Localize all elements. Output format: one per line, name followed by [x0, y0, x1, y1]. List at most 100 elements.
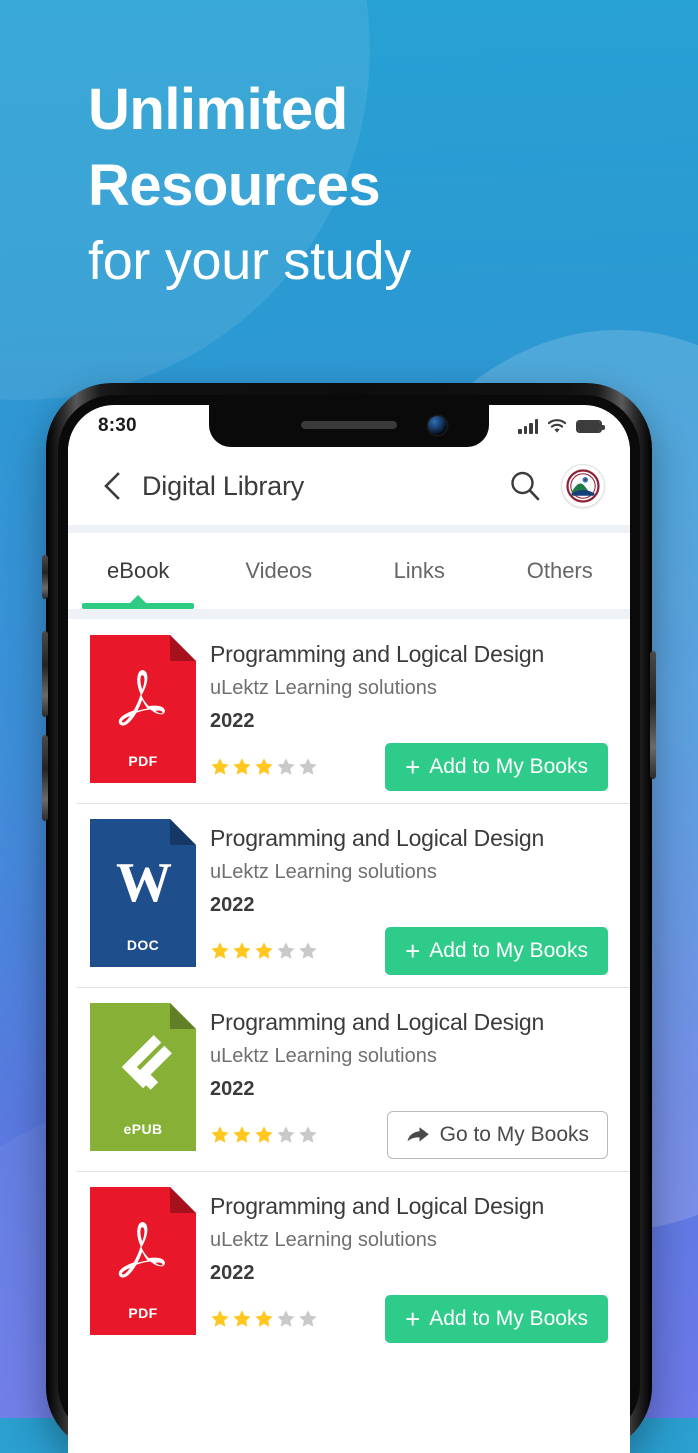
tab-videos[interactable]: Videos — [209, 533, 350, 609]
book-info: Programming and Logical Design uLektz Lea… — [210, 1187, 608, 1345]
add-to-my-books-button[interactable]: + Add to My Books — [385, 927, 608, 975]
star-icon — [255, 1310, 273, 1327]
go-to-my-books-button[interactable]: Go to My Books — [386, 1111, 608, 1159]
promo-line-2: Resources — [88, 153, 381, 218]
app-bar: Digital Library — [68, 447, 630, 525]
file-format-label: ePUB — [123, 1121, 163, 1137]
promo-line-1: Unlimited — [88, 77, 348, 142]
search-button[interactable] — [502, 463, 548, 509]
phone-mockup: 8:30 Digital Library eBook Videos Links … — [42, 383, 656, 1453]
add-to-my-books-label: Add to My Books — [429, 939, 588, 962]
star-icon — [277, 942, 295, 959]
book-author: uLektz Learning solutions — [210, 1229, 437, 1251]
app-logo-icon — [566, 469, 600, 503]
star-icon — [211, 1126, 229, 1143]
star-icon — [211, 1310, 229, 1327]
promo-headline: Unlimited Resources for your study — [88, 72, 668, 298]
book-year: 2022 — [210, 710, 255, 732]
volume-up-button[interactable] — [42, 631, 48, 717]
tab-active-indicator — [82, 603, 195, 609]
star-icon — [233, 758, 251, 775]
word-w-icon: W — [116, 852, 172, 914]
star-icon — [255, 942, 273, 959]
back-button[interactable] — [90, 464, 134, 508]
book-info: Programming and Logical Design uLektz Lea… — [210, 819, 608, 977]
epub-e-icon — [121, 1035, 172, 1090]
plus-icon: + — [405, 752, 421, 782]
tab-others[interactable]: Others — [490, 533, 631, 609]
star-icon — [211, 942, 229, 959]
rating-stars — [210, 1125, 318, 1145]
app-bar-divider — [68, 525, 630, 533]
star-icon — [233, 1310, 251, 1327]
status-bar-icons — [518, 418, 605, 434]
status-bar-clock: 8:30 — [98, 415, 137, 436]
star-icon — [299, 1310, 317, 1327]
app-logo-button[interactable] — [562, 465, 604, 507]
battery-icon — [576, 419, 605, 433]
pdf-file-icon: PDF — [90, 635, 196, 783]
star-icon — [299, 1126, 317, 1143]
book-title: Programming and Logical Design — [210, 641, 545, 667]
star-icon — [277, 1310, 295, 1327]
pdf-file-icon: PDF — [90, 1187, 196, 1335]
book-author: uLektz Learning solutions — [210, 861, 437, 883]
plus-icon: + — [405, 1304, 421, 1334]
add-to-my-books-label: Add to My Books — [429, 755, 588, 778]
add-to-my-books-button[interactable]: + Add to My Books — [385, 1295, 608, 1343]
pdf-swirl-icon — [118, 670, 165, 726]
book-author: uLektz Learning solutions — [210, 1045, 437, 1067]
tab-label: Links — [393, 558, 445, 583]
cellular-signal-icon — [518, 418, 538, 434]
add-to-my-books-button[interactable]: + Add to My Books — [385, 743, 608, 791]
book-author: uLektz Learning solutions — [210, 677, 437, 699]
file-format-label: PDF — [128, 753, 158, 769]
star-icon — [233, 942, 251, 959]
epub-file-icon: ePUB — [90, 1003, 196, 1151]
star-icon — [255, 1126, 273, 1143]
earpiece-speaker-icon — [301, 421, 397, 429]
silent-switch-button[interactable] — [42, 555, 48, 599]
rating-stars — [210, 941, 318, 961]
star-icon — [277, 758, 295, 775]
plus-icon: + — [405, 936, 421, 966]
book-list[interactable]: PDF Programming and Logical Design uLektz … — [68, 619, 630, 1355]
add-to-my-books-label: Add to My Books — [429, 1307, 588, 1330]
promo-line-3: for your study — [88, 231, 411, 291]
book-actions-row: + Add to My Books — [210, 741, 608, 793]
tab-label: Others — [526, 558, 593, 583]
tab-active-arrow-icon — [130, 595, 147, 603]
tab-label: eBook — [107, 558, 170, 583]
book-list-item[interactable]: W DOC Programming and Logical Design uLektz… — [68, 803, 630, 987]
book-title: Programming and Logical Design — [210, 1193, 545, 1219]
book-list-item[interactable]: PDF Programming and Logical Design uLektz … — [68, 1171, 630, 1355]
book-year: 2022 — [210, 1078, 255, 1100]
go-to-my-books-label: Go to My Books — [439, 1123, 589, 1146]
front-camera-icon — [428, 416, 447, 435]
rating-stars — [210, 1309, 318, 1329]
book-year: 2022 — [210, 894, 255, 916]
star-icon — [299, 942, 317, 959]
file-format-label: DOC — [126, 937, 160, 953]
file-format-label: PDF — [128, 1305, 158, 1321]
book-list-item[interactable]: PDF Programming and Logical Design uLektz … — [68, 619, 630, 803]
tab-links[interactable]: Links — [349, 533, 490, 609]
star-icon — [233, 1126, 251, 1143]
share-arrow-icon — [407, 1127, 429, 1142]
star-icon — [211, 758, 229, 775]
book-actions-row: + Add to My Books — [210, 1293, 608, 1345]
tab-ebook[interactable]: eBook — [68, 533, 209, 609]
volume-down-button[interactable] — [42, 735, 48, 821]
star-icon — [255, 758, 273, 775]
phone-screen: 8:30 Digital Library eBook Videos Links … — [68, 405, 630, 1453]
book-actions-row: Go to My Books — [210, 1109, 608, 1161]
book-year: 2022 — [210, 1262, 255, 1284]
star-icon — [277, 1126, 295, 1143]
doc-file-icon: W DOC — [90, 819, 196, 967]
book-list-item[interactable]: ePUB Programming and Logical Design uLektz… — [68, 987, 630, 1171]
power-button[interactable] — [650, 651, 656, 779]
star-icon — [299, 758, 317, 775]
book-info: Programming and Logical Design uLektz Lea… — [210, 1003, 608, 1161]
search-icon — [511, 471, 540, 501]
page-title: Digital Library — [142, 470, 305, 501]
